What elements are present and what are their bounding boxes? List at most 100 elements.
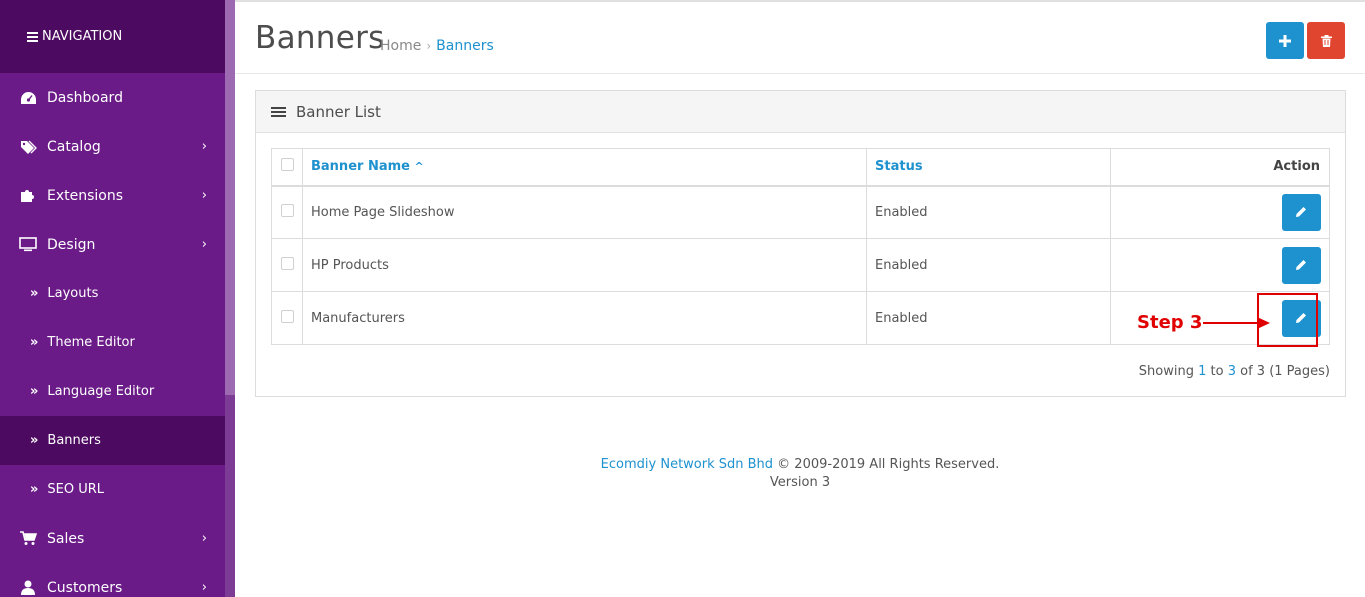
status-cell: Enabled: [866, 291, 1111, 345]
banner-list-panel: Banner List Banner Name ^ Status Action …: [255, 90, 1346, 397]
page-title: Banners: [255, 20, 385, 56]
monitor-icon: [19, 237, 37, 253]
breadcrumb-home[interactable]: Home: [380, 38, 421, 54]
panel-heading: Banner List: [256, 91, 1345, 133]
footer-rights: © 2009-2019 All Rights Reserved.: [773, 457, 1000, 472]
sidebar-subitem-label: Banners: [47, 433, 101, 448]
banner-name-cell: HP Products: [302, 238, 867, 292]
column-label: Status: [875, 159, 923, 175]
sidebar-item-label: Sales: [47, 530, 85, 547]
sidebar-subitem-label: Theme Editor: [47, 335, 135, 350]
sidebar-menu: Dashboard Catalog › Extensions › Design …: [0, 73, 225, 597]
annotation-arrow-icon: [1203, 317, 1270, 329]
breadcrumb: Home › Banners: [380, 38, 494, 54]
sidebar-item-catalog[interactable]: Catalog ›: [0, 122, 225, 171]
column-label: Action: [1273, 159, 1320, 175]
pagination-to: 3: [1227, 364, 1236, 379]
action-cell: [1110, 185, 1330, 239]
edit-button[interactable]: [1282, 246, 1321, 284]
page-header: Banners Home › Banners: [235, 0, 1365, 74]
pagination-text: to: [1206, 364, 1228, 379]
row-checkbox[interactable]: [280, 309, 294, 323]
chevron-right-icon: ›: [201, 188, 207, 203]
pagination-pages: (1 Pages): [1265, 364, 1330, 379]
column-label: Banner Name: [311, 159, 410, 175]
action-cell: [1110, 238, 1330, 292]
sidebar-item-customers[interactable]: Customers ›: [0, 563, 225, 597]
column-status[interactable]: Status: [866, 148, 1111, 187]
pencil-icon: [1296, 259, 1306, 270]
select-all-cell: [271, 148, 303, 187]
sidebar-subitem-banners[interactable]: » Banners: [0, 416, 225, 465]
dashboard-icon: [19, 90, 37, 106]
add-button[interactable]: [1266, 22, 1304, 59]
double-chevron-icon: »: [30, 286, 39, 301]
row-checkbox[interactable]: [280, 256, 294, 270]
footer-version: Version 3: [769, 475, 831, 490]
sidebar-scrollbar[interactable]: [225, 0, 235, 597]
banner-name-cell: Home Page Slideshow: [302, 185, 867, 239]
breadcrumb-separator: ›: [426, 39, 432, 53]
row-select-cell: [271, 185, 303, 239]
status-cell: Enabled: [866, 238, 1111, 292]
cart-icon: [19, 531, 37, 547]
scrollbar-thumb[interactable]: [225, 0, 235, 395]
status-cell: Enabled: [866, 185, 1111, 239]
sidebar-subitem-theme-editor[interactable]: » Theme Editor: [0, 318, 225, 367]
sidebar-item-dashboard[interactable]: Dashboard: [0, 73, 225, 122]
sidebar-subitem-layouts[interactable]: » Layouts: [0, 269, 225, 318]
double-chevron-icon: »: [30, 433, 39, 448]
chevron-right-icon: ›: [201, 139, 207, 154]
table-header-row: Banner Name ^ Status Action: [271, 148, 1330, 187]
plus-icon: [1279, 34, 1291, 47]
sidebar-subitem-language-editor[interactable]: » Language Editor: [0, 367, 225, 416]
banner-name-cell: Manufacturers: [302, 291, 867, 345]
footer-company-link[interactable]: Ecomdiy Network Sdn Bhd: [601, 457, 773, 472]
pagination-total: 3: [1256, 364, 1266, 379]
tags-icon: [19, 139, 37, 155]
table-row: HP Products Enabled: [271, 238, 1330, 292]
table-row: Home Page Slideshow Enabled: [271, 185, 1330, 239]
user-icon: [19, 580, 37, 596]
sidebar-item-label: Design: [47, 236, 96, 253]
edit-button[interactable]: [1282, 193, 1321, 231]
sidebar-item-label: Dashboard: [47, 89, 123, 106]
sidebar-item-label: Customers: [47, 579, 123, 596]
footer: Ecomdiy Network Sdn Bhd © 2009-2019 All …: [235, 456, 1365, 492]
chevron-right-icon: ›: [201, 237, 207, 252]
sidebar-subitem-label: Language Editor: [47, 384, 155, 399]
sidebar-subitem-label: Layouts: [47, 286, 99, 301]
sidebar-subitem-label: SEO URL: [47, 482, 105, 497]
sidebar-item-label: Extensions: [47, 187, 124, 204]
edit-button[interactable]: [1282, 299, 1321, 337]
sidebar-item-design[interactable]: Design ›: [0, 220, 225, 269]
sidebar-item-sales[interactable]: Sales ›: [0, 514, 225, 563]
row-checkbox[interactable]: [280, 203, 294, 217]
pagination-text: of: [1235, 364, 1257, 379]
chevron-right-icon: ›: [201, 580, 207, 595]
double-chevron-icon: »: [30, 482, 39, 497]
trash-icon: [1320, 34, 1332, 47]
pagination-text: Showing: [1138, 364, 1199, 379]
column-banner-name[interactable]: Banner Name ^: [302, 148, 867, 187]
sidebar: NAVIGATION Dashboard Catalog › Extension…: [0, 0, 235, 597]
double-chevron-icon: »: [30, 335, 39, 350]
breadcrumb-current[interactable]: Banners: [436, 38, 494, 54]
pagination-info: Showing 1 to 3 of 3 (1 Pages): [1139, 364, 1330, 379]
navigation-title: NAVIGATION: [42, 29, 123, 44]
sort-asc-icon: ^: [414, 160, 424, 174]
hamburger-icon: [27, 30, 38, 44]
sidebar-subitem-seo-url[interactable]: » SEO URL: [0, 465, 225, 514]
chevron-right-icon: ›: [201, 531, 207, 546]
pencil-icon: [1296, 206, 1306, 217]
delete-button[interactable]: [1307, 22, 1345, 59]
sidebar-item-extensions[interactable]: Extensions ›: [0, 171, 225, 220]
sidebar-item-label: Catalog: [47, 138, 101, 155]
row-select-cell: [271, 238, 303, 292]
step-annotation-label: Step 3: [1137, 312, 1203, 333]
navigation-header[interactable]: NAVIGATION: [0, 0, 235, 73]
row-select-cell: [271, 291, 303, 345]
list-icon: [271, 105, 286, 119]
select-all-checkbox[interactable]: [280, 158, 294, 172]
double-chevron-icon: »: [30, 384, 39, 399]
